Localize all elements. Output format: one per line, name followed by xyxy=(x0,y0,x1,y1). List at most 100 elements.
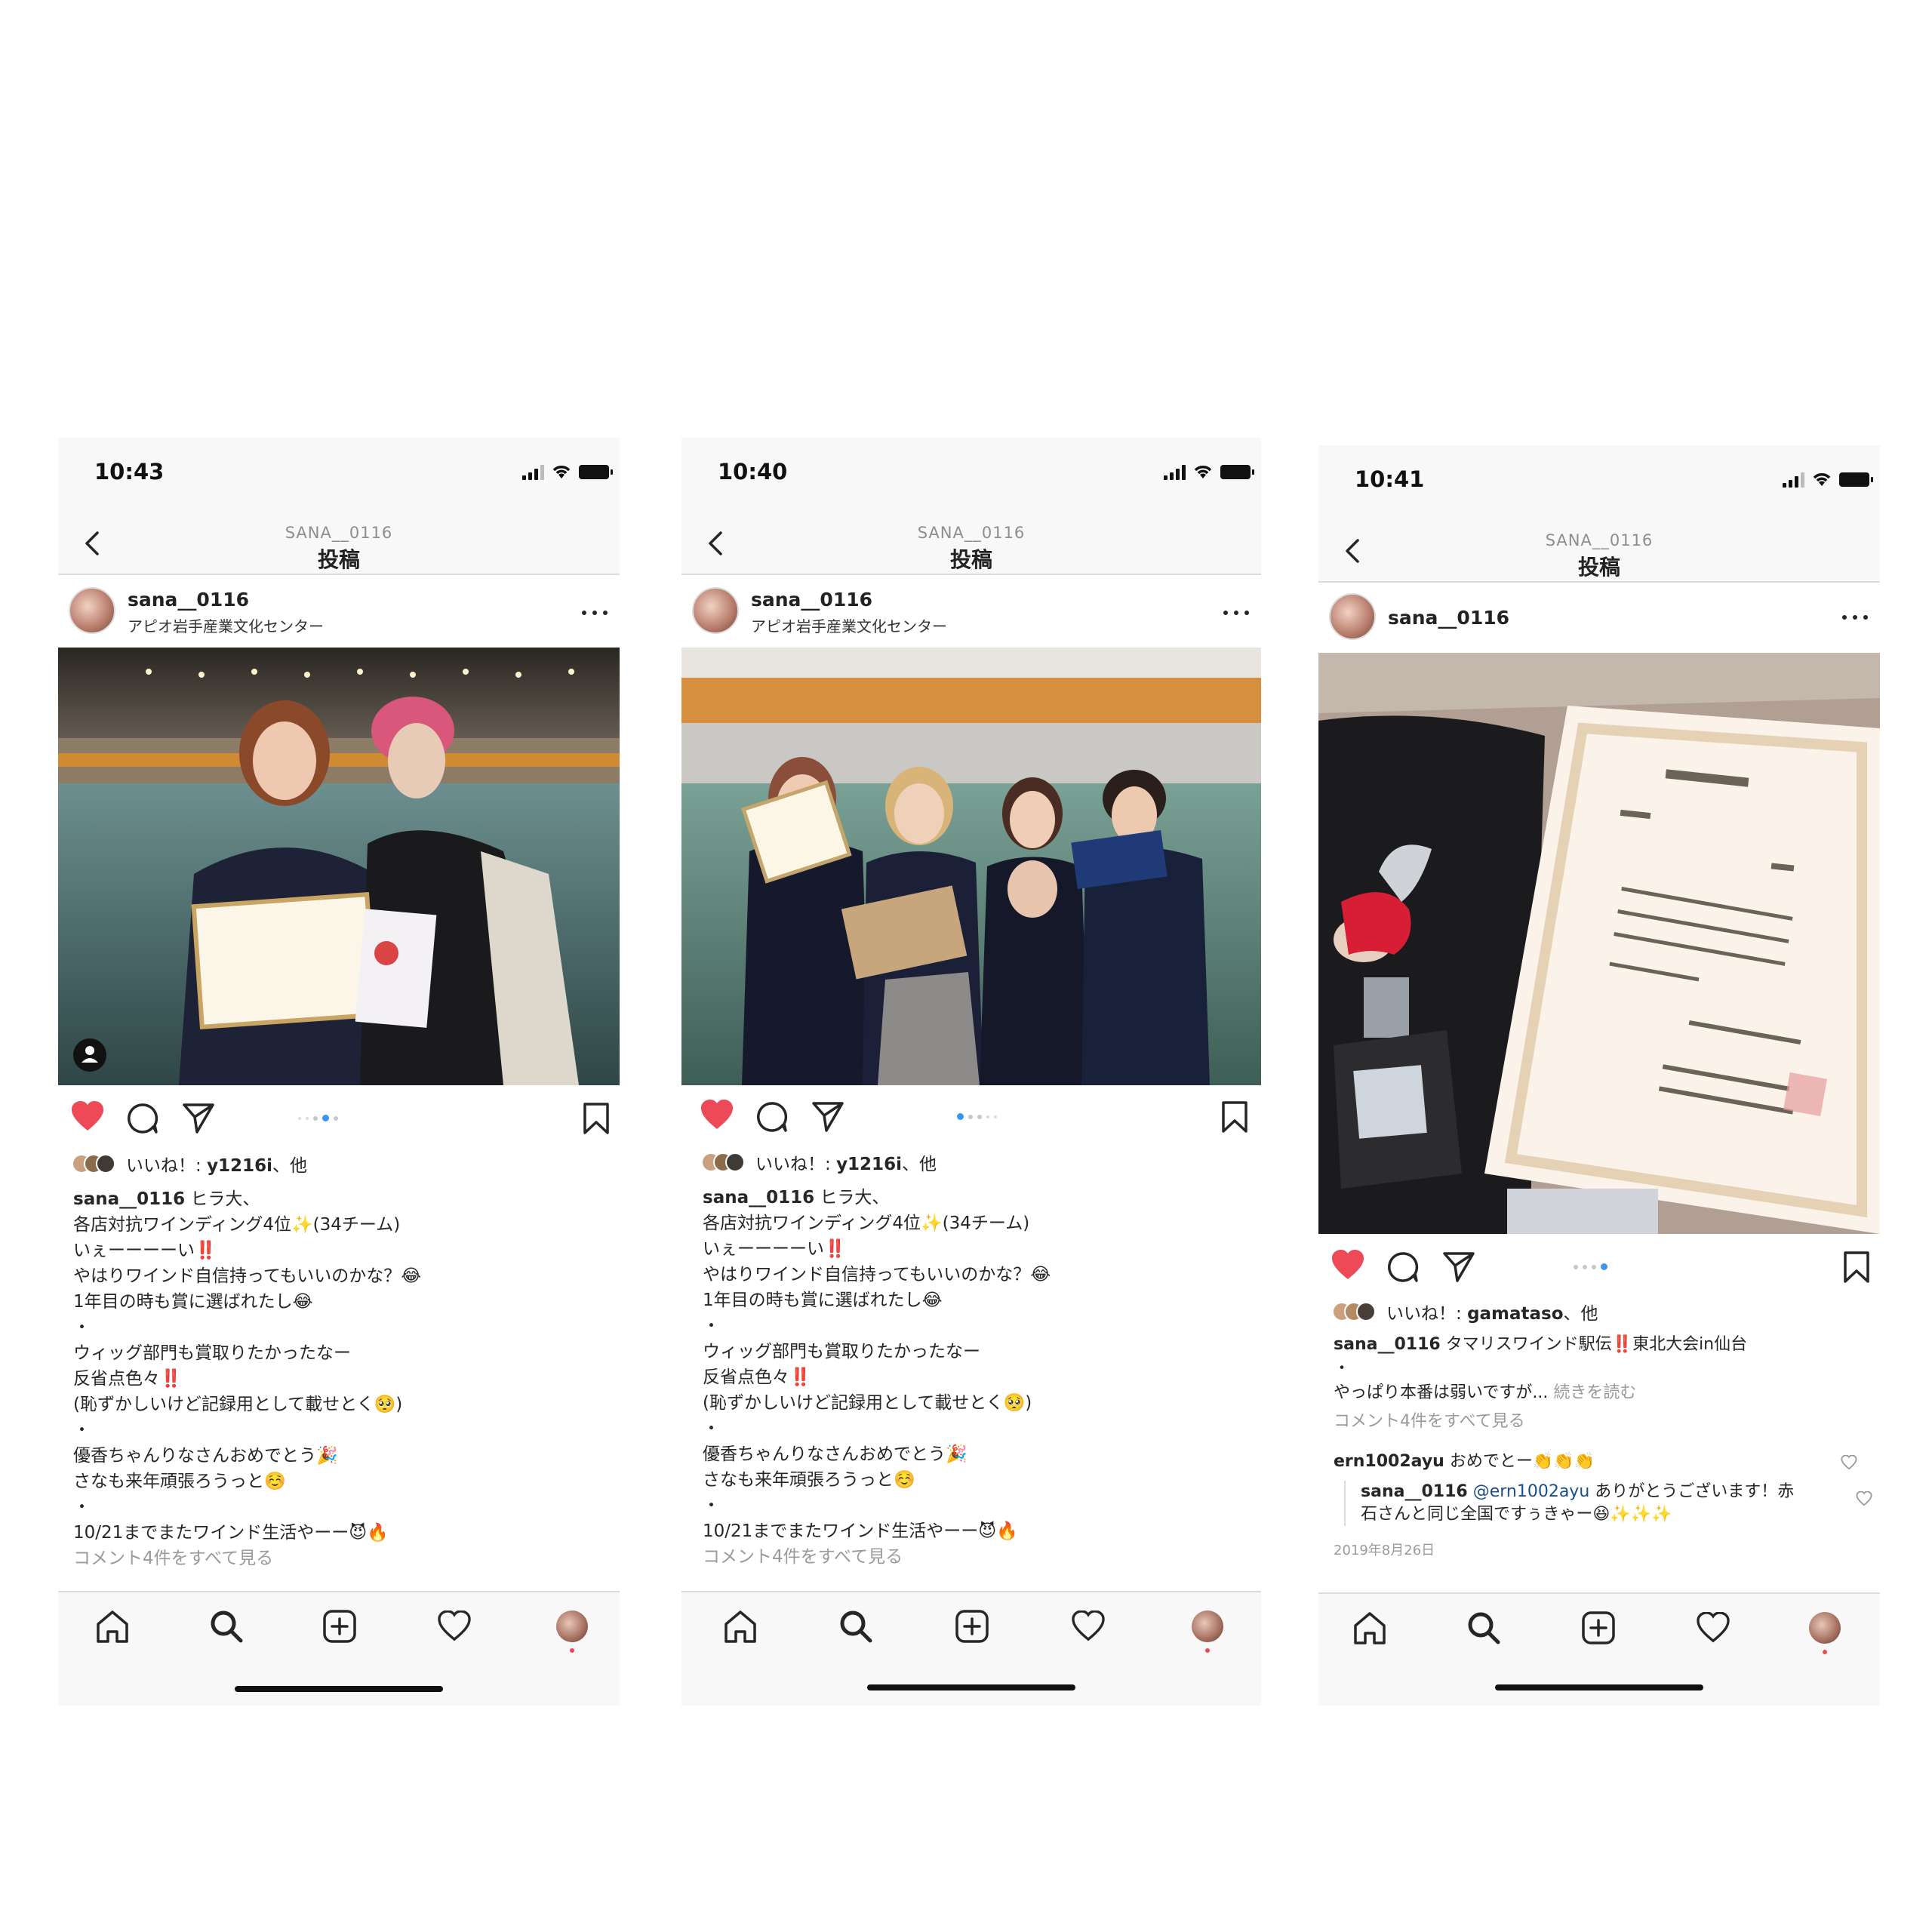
post-location[interactable]: アピオ岩手産業文化センター xyxy=(751,614,947,636)
heart-icon[interactable] xyxy=(70,1100,105,1134)
likes-row[interactable]: いいね！: y1216i、他 xyxy=(72,1151,307,1177)
bookmark-icon[interactable] xyxy=(1220,1100,1249,1134)
post-photo[interactable] xyxy=(58,648,620,1085)
status-icons xyxy=(522,463,613,480)
caption-line: 反省点色々‼️ xyxy=(703,1367,811,1387)
search-icon[interactable] xyxy=(838,1609,873,1644)
caption-line: やはりワインド自信持ってもいいのかな？😂 xyxy=(703,1265,1051,1284)
avatar[interactable] xyxy=(69,587,115,634)
likes-row[interactable]: いいね！: y1216i、他 xyxy=(701,1149,937,1175)
likes-row[interactable]: いいね！: gamataso、他 xyxy=(1332,1299,1598,1324)
caption-line: いぇーーーーい‼️ xyxy=(73,1241,217,1260)
post-photo[interactable] xyxy=(1318,653,1880,1234)
liker-avatar xyxy=(1356,1302,1376,1321)
carousel-indicator xyxy=(298,1115,338,1121)
tab-bar xyxy=(1318,1592,1880,1706)
caption-line: (恥ずかしいけど記録用として載せとく🥺) xyxy=(73,1395,403,1414)
post-photo[interactable] xyxy=(681,648,1261,1085)
profile-tab-avatar[interactable] xyxy=(1809,1612,1841,1644)
post-actions xyxy=(681,1093,1261,1138)
caption-username[interactable]: sana__0116 xyxy=(1334,1335,1441,1354)
comment-username[interactable]: ern1002ayu xyxy=(1334,1452,1444,1471)
post-location[interactable]: アピオ岩手産業文化センター xyxy=(128,614,324,636)
profile-tab-avatar[interactable] xyxy=(556,1611,588,1642)
status-time: 10:40 xyxy=(718,459,788,485)
status-icons xyxy=(1783,471,1873,488)
signal-icon xyxy=(522,463,544,480)
tab-bar xyxy=(58,1591,620,1706)
read-more-link[interactable]: 続きを読む xyxy=(1553,1383,1636,1402)
post-header: sana__0116 アピオ岩手産業文化センター xyxy=(681,575,1261,648)
comment-icon[interactable] xyxy=(126,1102,159,1135)
caption-line: 優香ちゃんりなさんおめでとう🎉 xyxy=(703,1444,968,1464)
phone-screen-1: 10:43 SANA__0116 投稿 sana__0116 アピオ岩手産業文化… xyxy=(58,438,620,1706)
add-icon[interactable] xyxy=(322,1609,357,1644)
status-icons xyxy=(1164,463,1254,480)
post-username[interactable]: sana__0116 xyxy=(1388,607,1509,629)
nav-username: SANA__0116 xyxy=(917,524,1026,542)
activity-icon[interactable] xyxy=(437,1611,472,1642)
likes-text: いいね！: y1216i、他 xyxy=(126,1156,307,1176)
view-comments-link[interactable]: コメント4件をすべて見る xyxy=(703,1544,1246,1570)
search-icon[interactable] xyxy=(1466,1611,1501,1645)
activity-icon[interactable] xyxy=(1696,1612,1730,1644)
home-indicator[interactable] xyxy=(867,1684,1075,1690)
search-icon[interactable] xyxy=(209,1609,244,1644)
add-icon[interactable] xyxy=(955,1609,989,1644)
more-icon[interactable] xyxy=(1222,608,1252,617)
comment-like-icon[interactable] xyxy=(1841,1455,1857,1470)
avatar[interactable] xyxy=(1329,593,1376,640)
caption-line: さなも来年頑張ろうっと☺️ xyxy=(703,1470,915,1490)
post-caption: sana__0116 ヒラ大、 各店対抗ワインディング4位✨(34チーム) いぇ… xyxy=(703,1185,1246,1570)
reply-mention[interactable]: @ern1002ayu xyxy=(1473,1482,1590,1501)
reply-username[interactable]: sana__0116 xyxy=(1361,1482,1468,1501)
caption-line: いぇーーーーい‼️ xyxy=(703,1239,846,1259)
nav-bar: SANA__0116 投稿 xyxy=(681,513,1261,575)
heart-icon[interactable] xyxy=(1331,1249,1365,1282)
caption-line: さなも来年頑張ろうっと☺️ xyxy=(73,1472,286,1491)
activity-icon[interactable] xyxy=(1071,1611,1106,1642)
photo-arena-awards xyxy=(58,648,620,1085)
reply-like-icon[interactable] xyxy=(1856,1491,1872,1506)
post-username[interactable]: sana__0116 xyxy=(751,589,872,611)
comment-icon[interactable] xyxy=(1386,1251,1420,1284)
add-icon[interactable] xyxy=(1581,1611,1616,1645)
caption-line: 反省点色々‼️ xyxy=(73,1369,182,1389)
view-comments-link[interactable]: コメント4件をすべて見る xyxy=(1334,1410,1865,1434)
avatar[interactable] xyxy=(692,587,739,634)
post-actions xyxy=(58,1094,620,1140)
share-icon[interactable] xyxy=(1442,1251,1475,1282)
caption-username[interactable]: sana__0116 xyxy=(73,1189,185,1209)
caption-line: 優香ちゃんりなさんおめでとう🎉 xyxy=(73,1446,338,1466)
caption-username[interactable]: sana__0116 xyxy=(703,1188,814,1208)
home-indicator[interactable] xyxy=(235,1686,443,1692)
battery-icon xyxy=(1220,464,1254,479)
reply: sana__0116 @ern1002ayu ありがとうございます！赤 石さんと… xyxy=(1344,1481,1872,1526)
post-caption: sana__0116 ヒラ大、 各店対抗ワインディング4位✨(34チーム) いぇ… xyxy=(73,1186,605,1571)
battery-icon xyxy=(1839,472,1873,487)
share-icon[interactable] xyxy=(182,1102,215,1134)
carousel-indicator xyxy=(957,1113,997,1120)
bookmark-icon[interactable] xyxy=(582,1102,611,1135)
caption-line: sana__0116 ヒラ大、 xyxy=(73,1189,260,1209)
view-comments-link[interactable]: コメント4件をすべて見る xyxy=(73,1546,605,1571)
notification-dot xyxy=(570,1648,574,1653)
home-indicator[interactable] xyxy=(1495,1684,1703,1690)
home-icon[interactable] xyxy=(94,1609,131,1644)
share-icon[interactable] xyxy=(811,1100,844,1132)
post-username[interactable]: sana__0116 xyxy=(128,589,249,611)
profile-tab-avatar[interactable] xyxy=(1192,1611,1223,1642)
more-icon[interactable] xyxy=(580,608,611,617)
more-icon[interactable] xyxy=(1841,613,1871,622)
nav-title: 投稿 xyxy=(949,547,992,572)
nav-title: 投稿 xyxy=(1577,555,1620,580)
notification-dot xyxy=(1823,1650,1827,1654)
bookmark-icon[interactable] xyxy=(1842,1251,1871,1284)
home-icon[interactable] xyxy=(1352,1611,1388,1645)
nav-bar: SANA__0116 投稿 xyxy=(58,513,620,575)
battery-icon xyxy=(579,464,613,479)
heart-icon[interactable] xyxy=(700,1099,734,1132)
comment-icon[interactable] xyxy=(755,1100,789,1134)
caption-line: ・ xyxy=(73,1420,91,1440)
home-icon[interactable] xyxy=(722,1609,758,1644)
